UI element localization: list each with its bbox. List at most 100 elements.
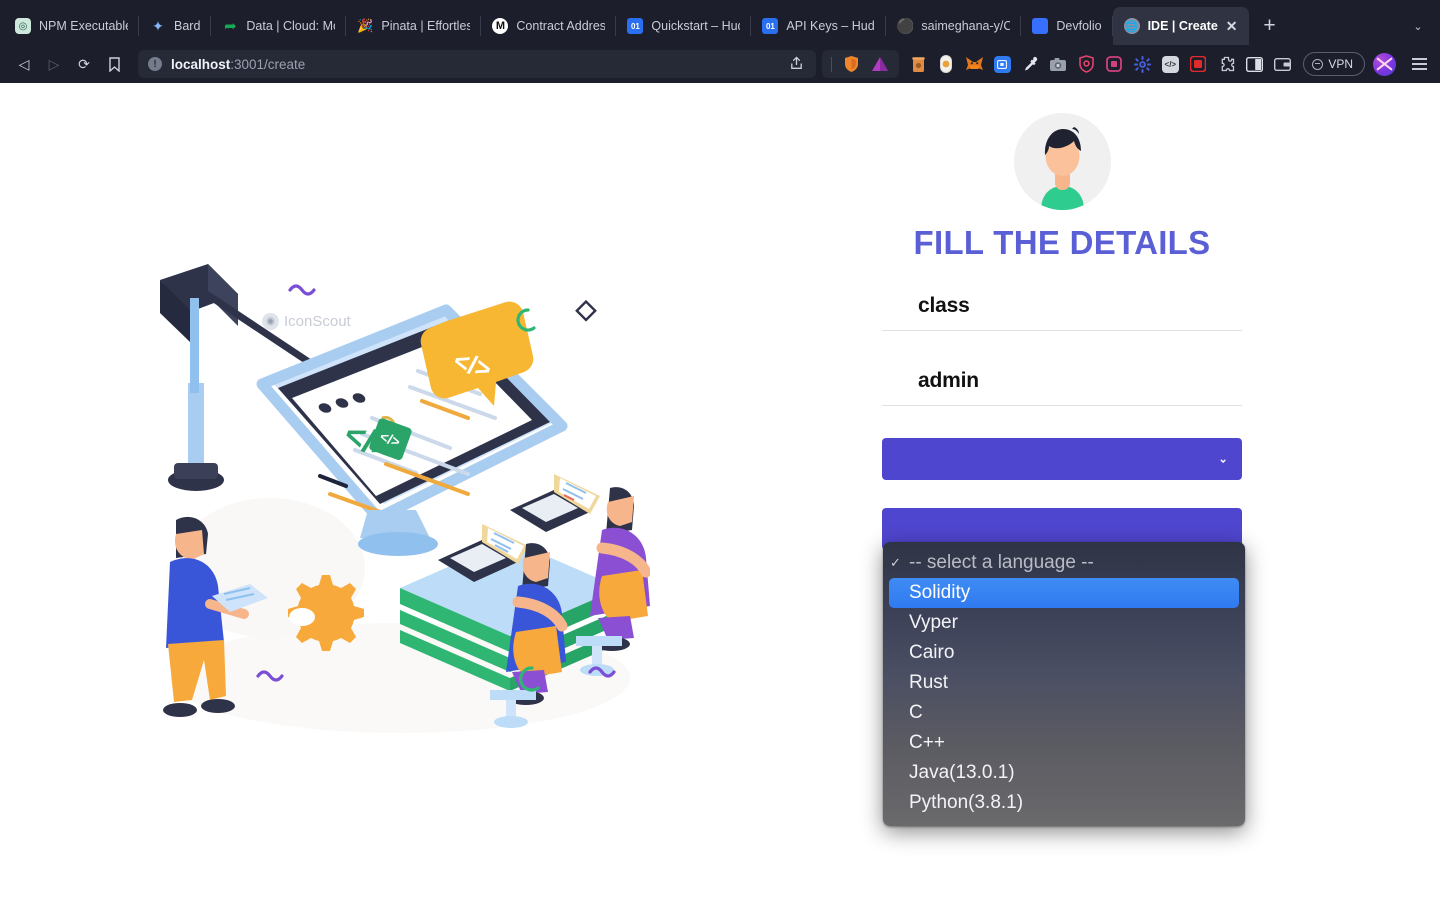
back-button[interactable]: ◁ xyxy=(10,50,38,78)
dropdown-option-cpp[interactable]: C++ xyxy=(883,728,1245,758)
browser-tab-quickstart-huddle[interactable]: 01 Quickstart – Hud xyxy=(616,7,752,45)
browser-tab-github-repo[interactable]: ⚫ saimeghana-y/C xyxy=(886,7,1022,45)
reload-button[interactable]: ⟳ xyxy=(70,50,98,78)
tab-title: Quickstart – Hud xyxy=(651,19,741,33)
puzzle-extensions-icon[interactable] xyxy=(1213,51,1239,77)
class-field[interactable]: class xyxy=(882,288,1242,331)
metamask-fox-icon[interactable] xyxy=(961,51,987,77)
forward-button[interactable]: ▷ xyxy=(40,50,68,78)
coffee-extension-icon[interactable] xyxy=(905,51,931,77)
dropdown-option-label: Cairo xyxy=(909,642,955,663)
illustration-panel: </> </> </> ◉ IconScout xyxy=(0,83,800,900)
capsule-extension-icon[interactable] xyxy=(933,51,959,77)
tab-strip: ◎ NPM Executable ✦ Bard ➦ Data | Cloud: … xyxy=(0,0,1440,45)
dropdown-option-label: Python(3.8.1) xyxy=(909,792,1024,813)
divider xyxy=(831,56,833,72)
gear-blue-icon[interactable] xyxy=(1129,51,1155,77)
tab-title: Devfolio xyxy=(1056,19,1102,33)
iconscout-watermark: ◉ IconScout xyxy=(262,313,351,330)
admin-field[interactable]: admin xyxy=(882,363,1242,406)
browser-tab-devfolio[interactable]: Devfolio xyxy=(1021,7,1113,45)
brave-shield-icon[interactable] xyxy=(838,51,864,77)
globe-icon: 🌐 xyxy=(1123,18,1140,34)
dropdown-option-python[interactable]: Python(3.8.1) xyxy=(883,788,1245,818)
github-icon: ⚫ xyxy=(897,18,914,34)
browser-tab-npm-executable[interactable]: ◎ NPM Executable xyxy=(4,7,139,45)
brave-shield-group xyxy=(822,50,900,78)
avatar xyxy=(1013,113,1111,210)
tab-title: Pinata | Effortles xyxy=(381,19,471,33)
dropdown-option-cairo[interactable]: Cairo xyxy=(883,638,1245,668)
wallet-icon[interactable] xyxy=(1269,51,1295,77)
dropdown-option-rust[interactable]: Rust xyxy=(883,668,1245,698)
language-dropdown-menu[interactable]: ✓ -- select a language -- Solidity Vyper… xyxy=(883,542,1245,826)
url-text: localhost:3001/create xyxy=(171,57,776,72)
code-brackets-icon[interactable]: </> xyxy=(1157,51,1183,77)
address-bar[interactable]: ! localhost:3001/create xyxy=(138,50,817,78)
admin-field-value: admin xyxy=(918,369,979,392)
npm-icon: ◎ xyxy=(15,18,31,34)
vpn-label: VPN xyxy=(1328,57,1353,71)
blue-square-extension-icon[interactable] xyxy=(989,51,1015,77)
browser-tab-pinata[interactable]: 🎉 Pinata | Effortles xyxy=(346,7,482,45)
pinata-icon: 🎉 xyxy=(357,18,374,33)
browser-tab-api-keys-huddle[interactable]: 01 API Keys – Hudd xyxy=(751,7,887,45)
tab-title: saimeghana-y/C xyxy=(921,19,1011,33)
bookmark-icon[interactable] xyxy=(100,50,128,78)
dropdown-option-vyper[interactable]: Vyper xyxy=(883,608,1245,638)
shield-pink-icon[interactable] xyxy=(1073,51,1099,77)
dropdown-option-label: C xyxy=(909,702,923,723)
browser-tab-contract-address[interactable]: M Contract Addres xyxy=(481,7,617,45)
chevron-down-icon[interactable]: ⌄ xyxy=(1404,11,1432,41)
eyedropper-icon[interactable] xyxy=(1017,51,1043,77)
dropdown-option-label: Vyper xyxy=(909,612,958,633)
language-select[interactable]: -- select a language -- ⌄ xyxy=(882,438,1242,480)
tab-title: Data | Cloud: Mo xyxy=(246,19,336,33)
dropdown-option-label: C++ xyxy=(909,732,945,753)
huddle-icon: 01 xyxy=(627,18,644,34)
pink-square-icon[interactable] xyxy=(1101,51,1127,77)
create-form: FILL THE DETAILS class admin -- select a… xyxy=(882,83,1242,550)
browser-tab-data-cloud[interactable]: ➦ Data | Cloud: Mo xyxy=(211,7,347,45)
site-info-icon[interactable]: ! xyxy=(148,57,162,71)
camera-extension-icon[interactable] xyxy=(1045,51,1071,77)
dropdown-option-placeholder[interactable]: ✓ -- select a language -- xyxy=(883,548,1245,578)
sidebar-panel-icon[interactable] xyxy=(1241,51,1267,77)
dropdown-option-label: Solidity xyxy=(909,582,971,603)
watermark-circle-icon: ◉ xyxy=(262,313,279,330)
blue-square-glyph xyxy=(993,55,1011,73)
red-recorder-icon[interactable] xyxy=(1185,51,1211,77)
hamburger-menu-icon[interactable] xyxy=(1406,51,1432,77)
close-icon[interactable]: ✕ xyxy=(1226,19,1238,33)
browser-chrome: ◎ NPM Executable ✦ Bard ➦ Data | Cloud: … xyxy=(0,0,1440,83)
browser-tab-bard[interactable]: ✦ Bard xyxy=(139,7,212,45)
watermark-label: IconScout xyxy=(284,313,351,330)
devfolio-icon xyxy=(1032,18,1049,34)
huddle-icon: 01 xyxy=(762,18,779,34)
browser-tab-ide-create[interactable]: 🌐 IDE | Create ✕ xyxy=(1112,7,1249,45)
new-tab-button[interactable]: + xyxy=(1255,11,1285,41)
url-path: :3001/create xyxy=(230,56,306,72)
tab-title: IDE | Create xyxy=(1147,19,1218,33)
share-icon[interactable] xyxy=(785,55,808,73)
profile-avatar[interactable] xyxy=(1373,52,1396,76)
navigation-bar: ◁ ▷ ⟳ ! localhost:3001/create </> VPN xyxy=(0,45,1440,83)
menu-line xyxy=(1411,58,1427,61)
mongodb-leaf-icon: ➦ xyxy=(224,18,237,34)
menu-line xyxy=(1411,63,1427,65)
chevron-down-icon: ⌄ xyxy=(1218,453,1228,466)
vpn-button[interactable]: VPN xyxy=(1303,52,1365,76)
url-host: localhost xyxy=(171,56,231,72)
dropdown-option-c[interactable]: C xyxy=(883,698,1245,728)
contract-icon: M xyxy=(492,18,509,34)
page-title: FILL THE DETAILS xyxy=(913,224,1211,261)
tab-title: API Keys – Hudd xyxy=(786,19,876,33)
brave-rewards-icon[interactable] xyxy=(867,51,893,77)
dropdown-option-java[interactable]: Java(13.0.1) xyxy=(883,758,1245,788)
dropdown-option-label: Java(13.0.1) xyxy=(909,762,1015,783)
dropdown-option-solidity[interactable]: Solidity xyxy=(889,578,1239,608)
tab-title: Contract Addres xyxy=(516,19,606,33)
code-glyph: </> xyxy=(1161,55,1179,73)
language-select-wrapper: -- select a language -- ⌄ xyxy=(882,438,1242,480)
vpn-status-icon xyxy=(1312,58,1324,70)
